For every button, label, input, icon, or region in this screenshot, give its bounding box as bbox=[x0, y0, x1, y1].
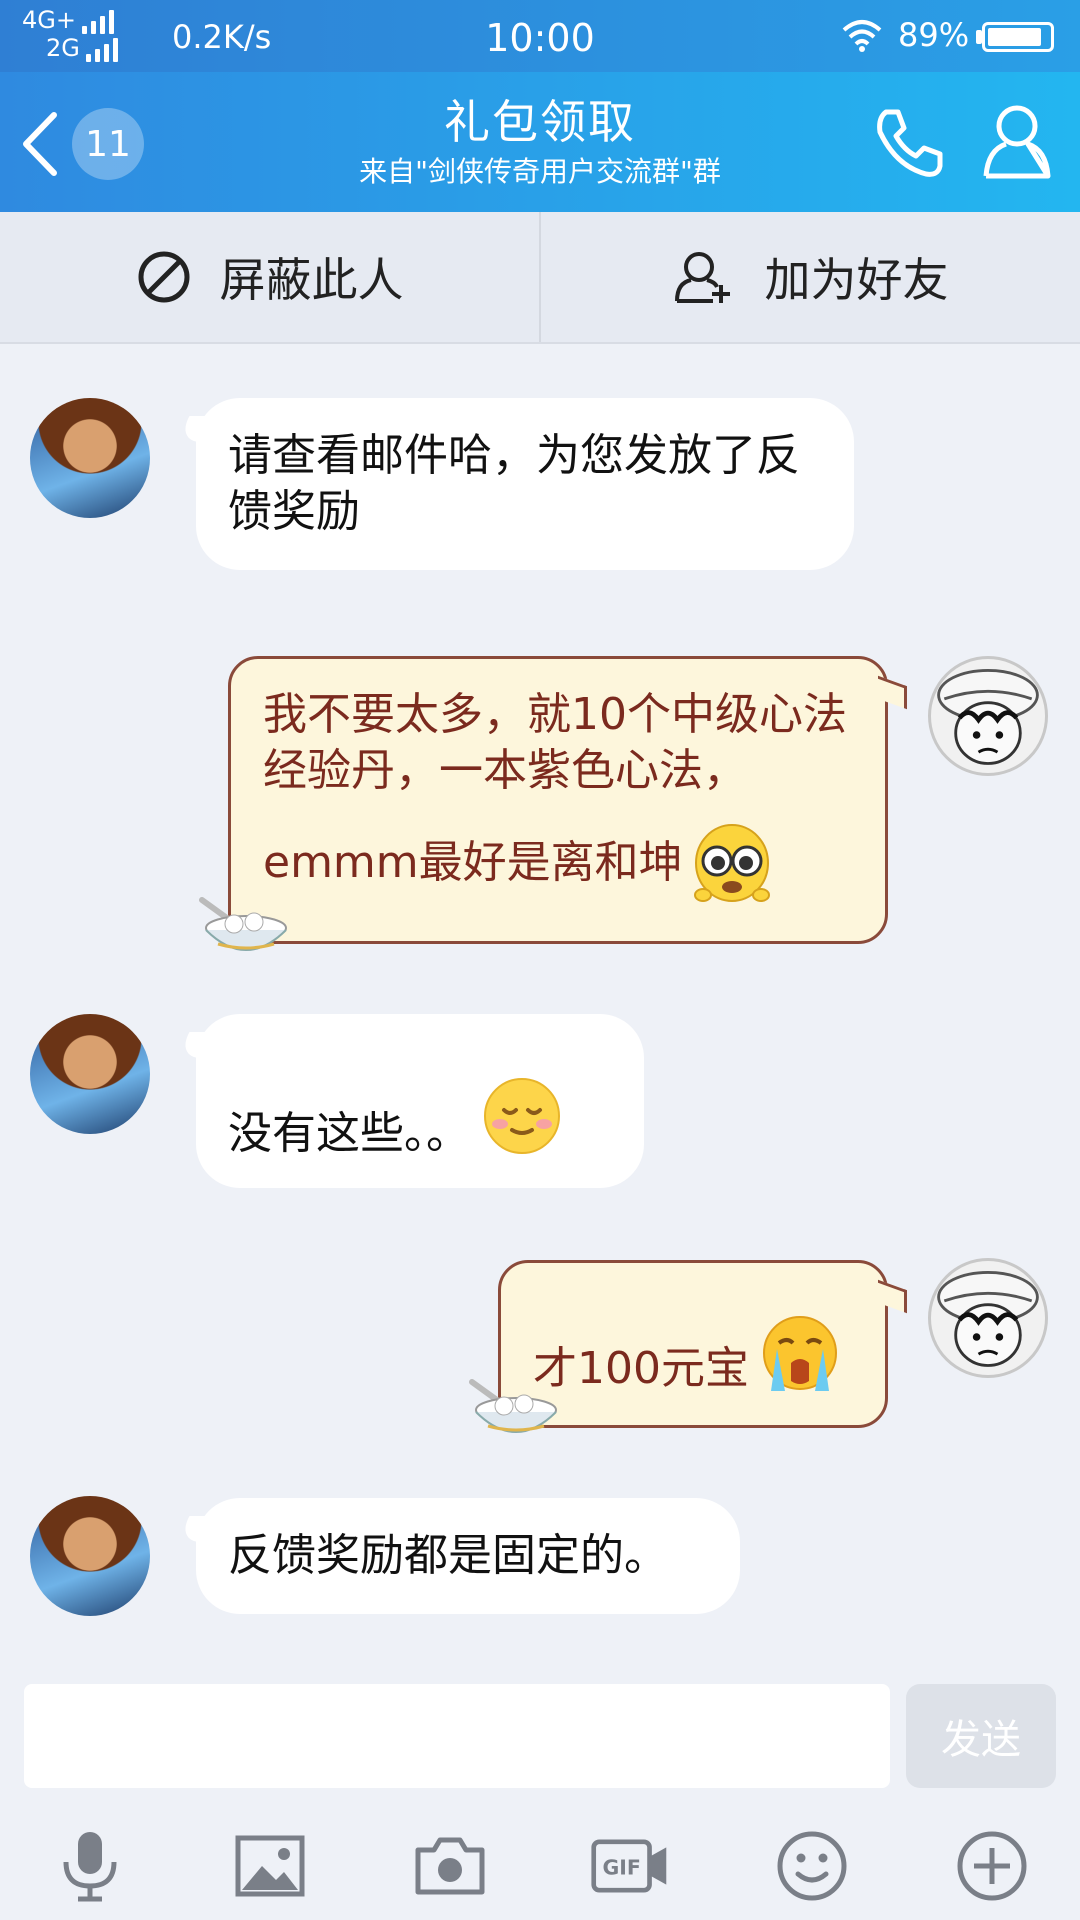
avatar[interactable] bbox=[928, 1258, 1048, 1378]
message-text: 没有这些。。 bbox=[228, 1108, 470, 1159]
phone-icon[interactable] bbox=[872, 106, 946, 180]
camera-button[interactable] bbox=[410, 1826, 490, 1906]
title-bar: 11 礼包领取 来自"剑侠传奇用户交流群"群 bbox=[0, 72, 1080, 212]
add-friend-button[interactable]: 加为好友 bbox=[539, 212, 1080, 342]
message-bubble-incoming[interactable]: 没有这些。。 bbox=[196, 1014, 644, 1188]
image-button[interactable] bbox=[230, 1826, 310, 1906]
status-bar: 4G+ 2G 0.2K/s 10:00 89% bbox=[0, 0, 1080, 72]
mic-icon bbox=[63, 1832, 117, 1902]
contact-action-bar: 屏蔽此人 加为好友 bbox=[0, 212, 1080, 344]
bubble-decoration-icon bbox=[198, 890, 288, 960]
avatar[interactable] bbox=[30, 1014, 150, 1134]
more-button[interactable] bbox=[952, 1826, 1032, 1906]
message-bubble-incoming[interactable]: 反馈奖励都是固定的。 bbox=[196, 1498, 740, 1614]
message-text: 反馈奖励都是固定的。 bbox=[228, 1530, 668, 1581]
message-bubble-incoming[interactable]: 请查看邮件哈，为您发放了反馈奖励 bbox=[196, 398, 854, 570]
bubble-decoration-icon bbox=[468, 1372, 558, 1442]
send-button[interactable]: 发送 bbox=[906, 1684, 1056, 1788]
svg-text:GIF: GIF bbox=[602, 1855, 640, 1879]
camera-icon bbox=[415, 1837, 485, 1895]
smile-face-icon bbox=[482, 1076, 562, 1156]
block-icon bbox=[138, 251, 189, 303]
block-user-button[interactable]: 屏蔽此人 bbox=[0, 212, 539, 342]
avatar[interactable] bbox=[30, 1496, 150, 1616]
avatar[interactable] bbox=[30, 398, 150, 518]
add-friend-label: 加为好友 bbox=[764, 253, 949, 307]
input-toolbar: GIF bbox=[0, 1806, 1080, 1920]
battery-percent: 89% bbox=[898, 16, 970, 54]
wifi-icon bbox=[842, 20, 882, 52]
battery-fill bbox=[988, 28, 1041, 46]
message-text: 我不要太多，就10个中级心法经验丹，一本紫色心法， bbox=[263, 689, 847, 796]
message-text: emmm最好是离和坤 bbox=[263, 837, 683, 888]
pleading-face-icon bbox=[693, 823, 771, 903]
block-user-label: 屏蔽此人 bbox=[219, 253, 404, 307]
battery-icon bbox=[982, 22, 1054, 52]
self-avatar-image bbox=[937, 1270, 1039, 1367]
plus-icon bbox=[957, 1831, 1027, 1901]
voice-button[interactable] bbox=[50, 1826, 130, 1906]
add-user-icon bbox=[674, 252, 730, 303]
gif-icon: GIF bbox=[591, 1839, 667, 1893]
emoji-icon bbox=[777, 1831, 847, 1901]
crying-face-icon bbox=[757, 1311, 843, 1397]
message-text: 请查看邮件哈，为您发放了反馈奖励 bbox=[228, 430, 800, 537]
profile-icon[interactable] bbox=[980, 102, 1054, 182]
gif-button[interactable]: GIF bbox=[590, 1826, 670, 1906]
avatar[interactable] bbox=[928, 656, 1048, 776]
message-bubble-outgoing[interactable]: 我不要太多，就10个中级心法经验丹，一本紫色心法， emmm最好是离和坤 bbox=[228, 656, 888, 944]
message-input[interactable] bbox=[24, 1684, 890, 1788]
self-avatar-image bbox=[937, 668, 1039, 765]
emoji-button[interactable] bbox=[772, 1826, 852, 1906]
image-icon bbox=[235, 1835, 305, 1897]
message-text: 才100元宝 bbox=[533, 1343, 749, 1394]
